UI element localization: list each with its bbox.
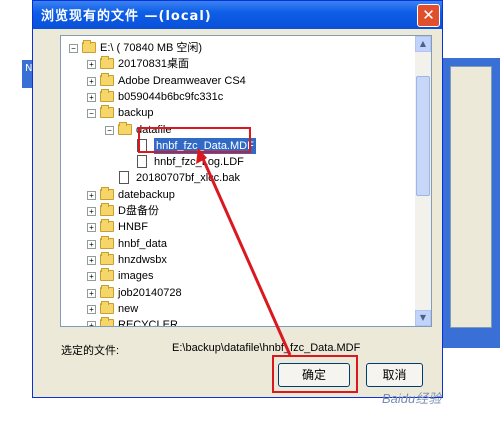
annotation-arrow <box>196 148 292 356</box>
watermark: Baidu经验 <box>382 391 442 406</box>
